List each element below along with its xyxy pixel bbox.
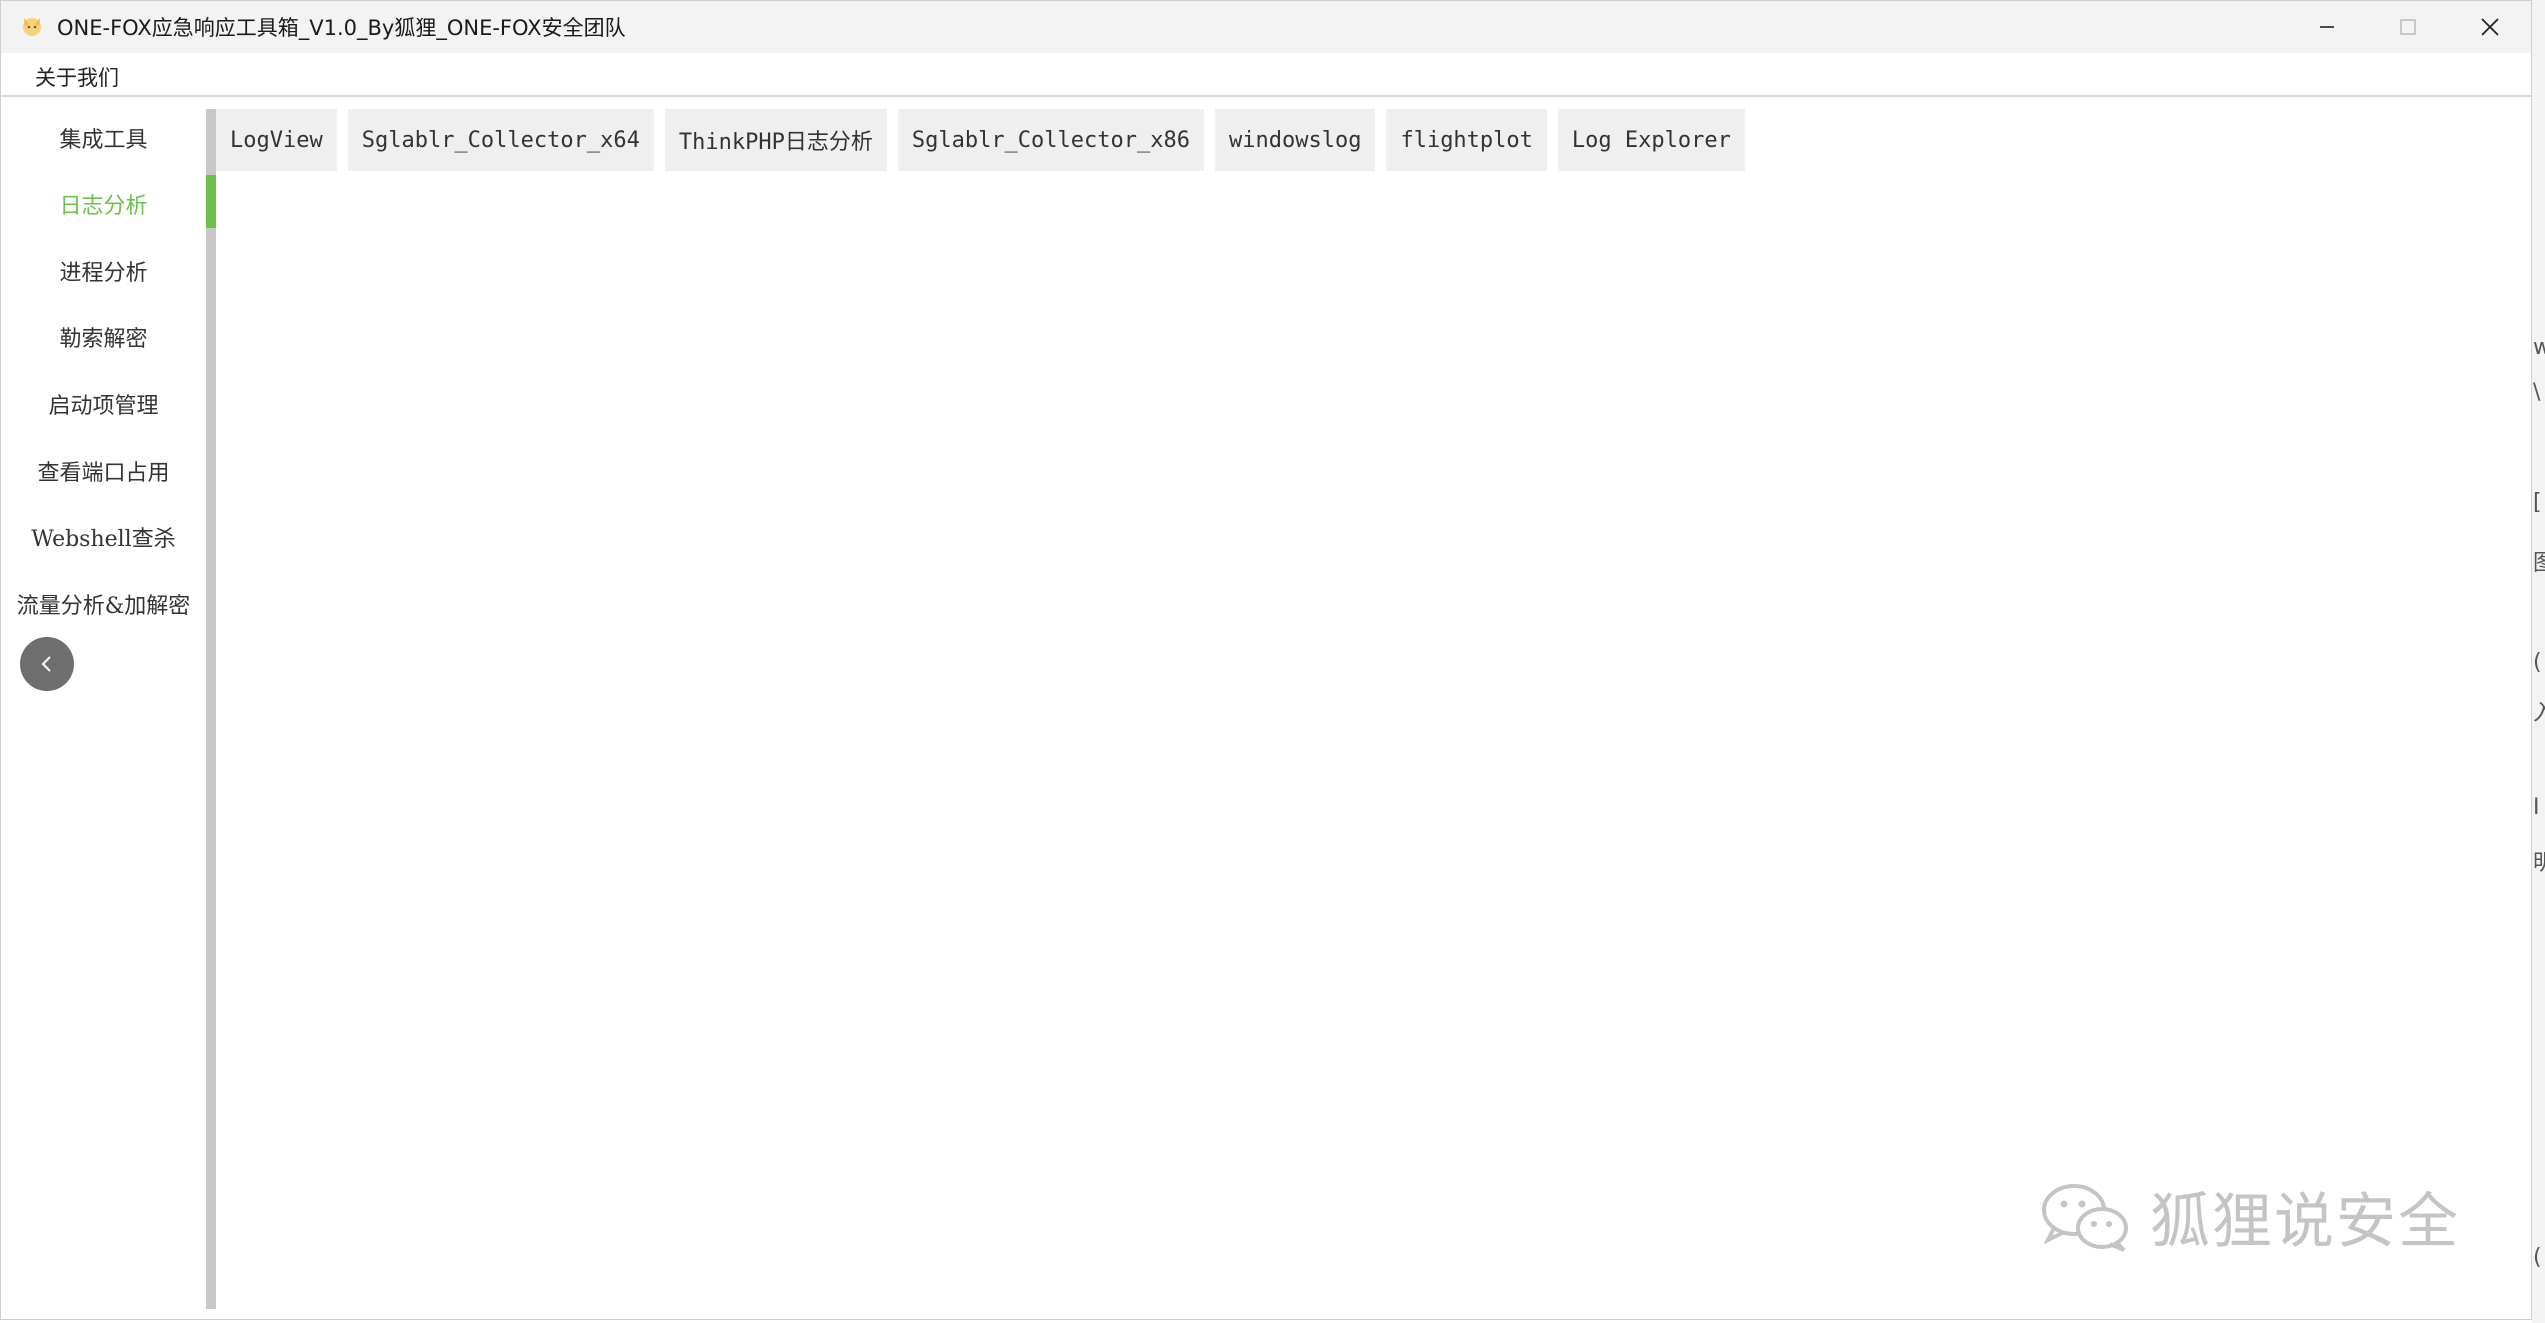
maximize-icon <box>2400 19 2416 35</box>
sidebar-collapse-button[interactable] <box>20 637 74 691</box>
desktop-fragment: 图 <box>2533 551 2545 576</box>
desktop-fragment: w <box>2533 335 2545 360</box>
sidebar-item-integrated-tools[interactable]: 集成工具 <box>1 106 206 170</box>
desktop-fragment: 入 <box>2533 701 2545 726</box>
menu-about-us[interactable]: 关于我们 <box>35 62 119 92</box>
tab-windowslog[interactable]: windowslog <box>1215 109 1376 171</box>
minimize-icon <box>2320 26 2334 28</box>
wechat-icon <box>2042 1184 2128 1252</box>
desktop-fragment: I <box>2533 795 2540 820</box>
menu-bar: 关于我们 <box>1 53 2531 97</box>
sidebar: 集成工具 日志分析 进程分析 勒索解密 启动项管理 查看端口占用 Webshel… <box>1 99 206 1311</box>
app-window: ONE-FOX应急响应工具箱_V1.0_By狐狸_ONE-FOX安全团队 关于我… <box>0 0 2532 1320</box>
sidebar-item-webshell-scan[interactable]: Webshell查杀 <box>1 505 206 569</box>
tab-sglablr-collector-x86[interactable]: Sglablr_Collector_x86 <box>897 109 1204 171</box>
tab-sglablr-collector-x64[interactable]: Sglablr_Collector_x64 <box>347 109 654 171</box>
sidebar-track <box>206 109 216 1309</box>
watermark: 狐狸说安全 <box>2036 1176 2460 1257</box>
tab-logview[interactable]: LogView <box>216 109 337 171</box>
window-title: ONE-FOX应急响应工具箱_V1.0_By狐狸_ONE-FOX安全团队 <box>57 16 626 40</box>
desktop-fragment: 明 <box>2533 851 2545 876</box>
sidebar-item-startup-management[interactable]: 启动项管理 <box>1 372 206 436</box>
close-icon <box>2481 18 2499 36</box>
desktop-fragment: ( <box>2533 650 2542 675</box>
tool-tab-bar: LogView Sglablr_Collector_x64 ThinkPHP日志… <box>216 109 1745 171</box>
desktop-fragment: \ <box>2533 380 2541 405</box>
tab-thinkphp-log-analysis[interactable]: ThinkPHP日志分析 <box>664 109 887 171</box>
minimize-button[interactable] <box>2287 1 2367 53</box>
content-area: LogView Sglablr_Collector_x64 ThinkPHP日志… <box>216 99 2531 1311</box>
desktop-fragment: [ <box>2533 490 2542 515</box>
chevron-left-icon <box>41 656 51 672</box>
tab-flightplot[interactable]: flightplot <box>1386 109 1547 171</box>
sidebar-item-ransomware-decrypt[interactable]: 勒索解密 <box>1 305 206 369</box>
close-button[interactable] <box>2450 1 2530 53</box>
active-item-indicator <box>206 175 216 228</box>
desktop-background: w \ [ 图 ( 入 I 明 ( <box>2532 0 2545 1323</box>
title-bar[interactable]: ONE-FOX应急响应工具箱_V1.0_By狐狸_ONE-FOX安全团队 <box>1 1 2531 53</box>
sidebar-item-port-usage[interactable]: 查看端口占用 <box>1 439 206 503</box>
sidebar-item-process-analysis[interactable]: 进程分析 <box>1 239 206 303</box>
watermark-text: 狐狸说安全 <box>2150 1186 2460 1257</box>
sidebar-item-log-analysis[interactable]: 日志分析 <box>1 172 206 236</box>
sidebar-item-traffic-analysis[interactable]: 流量分析&加解密 <box>1 572 206 636</box>
fox-app-icon <box>23 18 41 36</box>
tab-log-explorer[interactable]: Log Explorer <box>1557 109 1745 171</box>
maximize-button[interactable] <box>2368 1 2448 53</box>
screen: w \ [ 图 ( 入 I 明 ( ONE-FOX应急响应工具箱_V1.0_By… <box>0 0 2545 1323</box>
desktop-fragment: ( <box>2533 1245 2542 1270</box>
